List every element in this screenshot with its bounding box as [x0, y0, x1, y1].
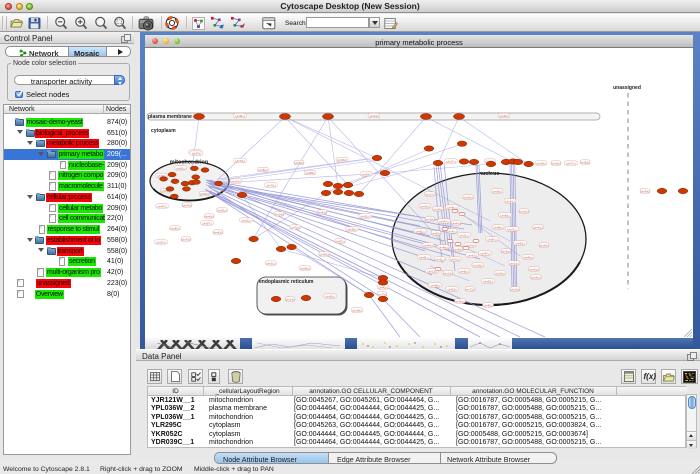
- svg-text:(yhr53c): (yhr53c): [447, 288, 456, 291]
- svg-text:(yhr57c): (yhr57c): [335, 240, 344, 243]
- svg-text:(yhr30c): (yhr30c): [420, 205, 429, 208]
- svg-text:(yhr38c): (yhr38c): [361, 173, 370, 176]
- svg-text:(yhr84c): (yhr84c): [451, 222, 460, 225]
- svg-text:(yhr95c): (yhr95c): [430, 284, 439, 287]
- svg-text:(yhr24c): (yhr24c): [231, 180, 240, 183]
- svg-text:(yhr46c): (yhr46c): [438, 246, 447, 249]
- svg-text:(yhr14c): (yhr14c): [274, 213, 283, 216]
- svg-text:(yhr74c): (yhr74c): [182, 204, 191, 207]
- svg-text:(yhr50c): (yhr50c): [317, 211, 326, 214]
- svg-text:(yhr39c): (yhr39c): [483, 280, 492, 283]
- svg-text:(yhr61c): (yhr61c): [217, 209, 226, 212]
- svg-text:(yhr30c): (yhr30c): [499, 114, 508, 117]
- svg-text:(yhr14c): (yhr14c): [443, 272, 452, 275]
- svg-text:(yhr93c): (yhr93c): [170, 227, 179, 230]
- svg-text:(yhr87c): (yhr87c): [487, 238, 496, 241]
- svg-text:(yhr47c): (yhr47c): [447, 230, 456, 233]
- svg-text:(yhr34c): (yhr34c): [640, 190, 649, 193]
- svg-text:(yhr41c): (yhr41c): [531, 276, 540, 279]
- svg-text:(yhr43c): (yhr43c): [533, 226, 542, 229]
- svg-text:(yhr32c): (yhr32c): [519, 210, 528, 213]
- svg-text:(yhr14c): (yhr14c): [510, 288, 519, 291]
- svg-text:(yhr42c): (yhr42c): [213, 231, 222, 234]
- svg-text:(yhr72c): (yhr72c): [450, 258, 459, 261]
- svg-text:(yhr36c): (yhr36c): [337, 159, 346, 162]
- svg-text:(yhr47c): (yhr47c): [157, 205, 166, 208]
- svg-text:(yhr80c): (yhr80c): [200, 193, 209, 196]
- svg-text:(yhr17c): (yhr17c): [446, 160, 455, 163]
- svg-text:(yhr84c): (yhr84c): [423, 244, 432, 247]
- svg-text:(yhr77c): (yhr77c): [566, 162, 575, 165]
- svg-text:(yhr93c): (yhr93c): [319, 253, 328, 256]
- svg-text:(yhr46c): (yhr46c): [523, 256, 532, 259]
- svg-text:(yhr36c): (yhr36c): [352, 309, 361, 312]
- svg-text:(yhr40c): (yhr40c): [204, 215, 213, 218]
- svg-text:(yhr56c): (yhr56c): [495, 272, 504, 275]
- svg-text:cytoplasm: cytoplasm: [151, 128, 176, 134]
- svg-text:(yhr26c): (yhr26c): [492, 190, 501, 193]
- svg-text:(yhr61c): (yhr61c): [235, 114, 244, 117]
- svg-text:(yhr18c): (yhr18c): [536, 162, 545, 165]
- svg-text:(yhr54c): (yhr54c): [505, 200, 514, 203]
- svg-text:(yhr51c): (yhr51c): [360, 215, 369, 218]
- svg-text:(yhr91c): (yhr91c): [447, 206, 456, 209]
- svg-text:(yhr47c): (yhr47c): [439, 220, 448, 223]
- svg-text:mitochondrion: mitochondrion: [170, 159, 209, 165]
- svg-text:plasma membrane: plasma membrane: [148, 114, 192, 120]
- svg-text:(yhr69c): (yhr69c): [433, 208, 442, 211]
- svg-text:(yhr24c): (yhr24c): [369, 114, 378, 117]
- svg-text:(yhr98c): (yhr98c): [305, 172, 314, 175]
- svg-text:(yhr63c): (yhr63c): [515, 242, 524, 245]
- svg-text:(yhr61c): (yhr61c): [419, 256, 428, 259]
- svg-text:(yhr72c): (yhr72c): [465, 288, 474, 291]
- svg-text:endoplasmic reticulum: endoplasmic reticulum: [259, 279, 314, 285]
- svg-text:(yhr85c): (yhr85c): [483, 304, 492, 307]
- svg-text:(yhr17c): (yhr17c): [425, 193, 434, 196]
- svg-text:(yhr13c): (yhr13c): [427, 270, 436, 273]
- svg-text:(yhr71c): (yhr71c): [507, 228, 516, 231]
- svg-text:(yhr93c): (yhr93c): [455, 300, 464, 303]
- svg-text:(yhr11c): (yhr11c): [242, 219, 251, 222]
- svg-text:(yhr65c): (yhr65c): [500, 214, 509, 217]
- svg-text:(yhr55c): (yhr55c): [325, 295, 334, 298]
- svg-text:(yhr70c): (yhr70c): [181, 238, 190, 241]
- svg-text:(yhr61c): (yhr61c): [415, 230, 424, 233]
- svg-text:(yhr97c): (yhr97c): [467, 254, 476, 257]
- svg-text:(yhr89c): (yhr89c): [347, 228, 356, 231]
- svg-text:(yhr86c): (yhr86c): [493, 226, 502, 229]
- svg-text:(yhr87c): (yhr87c): [192, 152, 201, 155]
- svg-text:(yhr75c): (yhr75c): [266, 184, 275, 187]
- svg-text:unassigned: unassigned: [613, 85, 641, 91]
- svg-text:(yhr28c): (yhr28c): [473, 264, 482, 267]
- svg-text:(yhr73c): (yhr73c): [235, 159, 244, 162]
- svg-text:(yhr33c): (yhr33c): [529, 268, 538, 271]
- svg-text:(yhr31c): (yhr31c): [435, 258, 444, 261]
- svg-text:(yhr42c): (yhr42c): [539, 244, 548, 247]
- svg-text:(yhr30c): (yhr30c): [551, 162, 560, 165]
- svg-text:(yhr97c): (yhr97c): [480, 252, 489, 255]
- svg-text:nucleus: nucleus: [479, 171, 500, 177]
- svg-text:(yhr56c): (yhr56c): [580, 161, 589, 164]
- svg-text:(yhr37c): (yhr37c): [202, 222, 211, 225]
- svg-text:(yhr10c): (yhr10c): [509, 262, 518, 265]
- svg-text:(yhr68c): (yhr68c): [453, 248, 462, 251]
- svg-text:(yhr57c): (yhr57c): [156, 241, 165, 244]
- svg-text:(yhr82c): (yhr82c): [176, 167, 185, 170]
- svg-text:(yhr42c): (yhr42c): [378, 286, 387, 289]
- svg-text:(yhr39c): (yhr39c): [463, 196, 472, 199]
- svg-text:(yhr58c): (yhr58c): [425, 218, 434, 221]
- svg-text:(yhr73c): (yhr73c): [290, 226, 299, 229]
- svg-text:(yhr31c): (yhr31c): [266, 262, 275, 265]
- svg-text:(yhr21c): (yhr21c): [459, 234, 468, 237]
- svg-text:(yhr70c): (yhr70c): [377, 293, 386, 296]
- svg-text:(yhr51c): (yhr51c): [258, 168, 267, 171]
- svg-text:(yhr82c): (yhr82c): [459, 270, 468, 273]
- svg-text:(yhr14c): (yhr14c): [285, 298, 294, 301]
- svg-text:(yhr90c): (yhr90c): [294, 161, 303, 164]
- svg-text:(yhr60c): (yhr60c): [501, 250, 510, 253]
- svg-text:(yhr62c): (yhr62c): [431, 232, 440, 235]
- svg-text:(yhr56c): (yhr56c): [300, 267, 309, 270]
